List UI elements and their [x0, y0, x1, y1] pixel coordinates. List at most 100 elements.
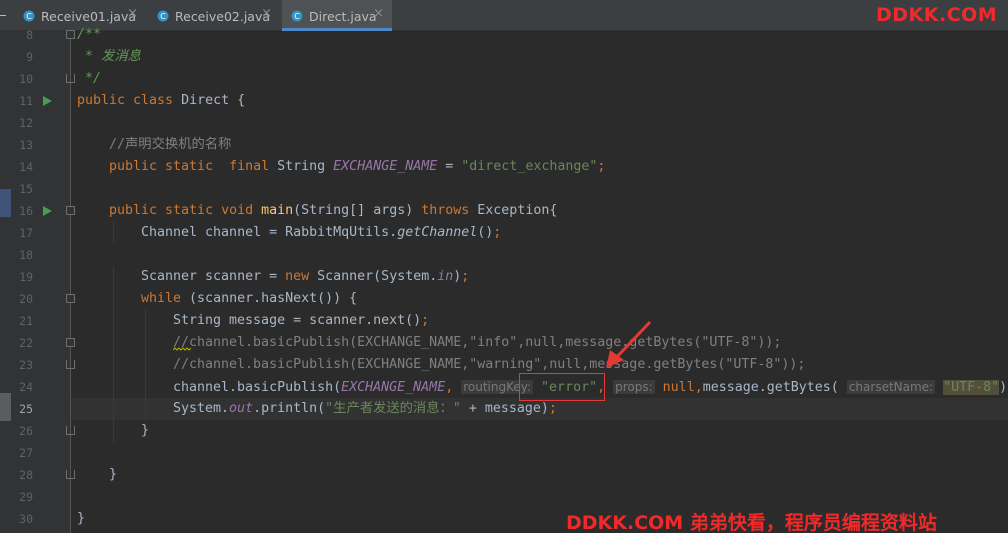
line-number: 8 — [26, 28, 33, 42]
code-line[interactable]: 17 Channel channel = RabbitMqUtils.getCha… — [0, 222, 1008, 244]
code-text[interactable]: /** — [77, 26, 101, 44]
fold-icon[interactable] — [66, 206, 75, 215]
code-token: Scanner(System. — [317, 269, 438, 284]
fold-icon[interactable] — [66, 30, 75, 39]
code-text[interactable]: //channel.basicPublish(EXCHANGE_NAME,"in… — [173, 334, 781, 352]
code-line[interactable]: 24 channel.basicPublish(EXCHANGE_NAME, ro… — [0, 376, 1008, 398]
code-token: String — [277, 159, 334, 174]
code-line[interactable]: 25 System.out.println("生产者发送的消息：" + messa… — [0, 398, 1008, 420]
fold-icon[interactable] — [66, 74, 75, 83]
code-token: )) — [999, 380, 1008, 395]
code-line[interactable]: 27 — [0, 442, 1008, 464]
line-number: 16 — [19, 204, 33, 218]
code-token: ; — [548, 401, 557, 416]
code-text[interactable]: System.out.println("生产者发送的消息：" + message… — [173, 400, 557, 418]
code-token: public static void — [109, 203, 262, 218]
code-line[interactable]: 23 //channel.basicPublish(EXCHANGE_NAME,"… — [0, 354, 1008, 376]
code-token: while — [141, 291, 190, 306]
code-text[interactable]: } — [141, 422, 149, 440]
code-line[interactable]: 9 * 发消息 — [0, 46, 1008, 68]
code-token: , — [694, 380, 703, 395]
code-text[interactable]: String message = scanner.next(); — [173, 312, 429, 330]
code-token: System. — [173, 401, 230, 416]
code-token: + message) — [460, 401, 549, 416]
fold-icon[interactable] — [66, 294, 75, 303]
fold-icon[interactable] — [66, 426, 75, 435]
parameter-hint: props: — [613, 380, 655, 394]
fold-icon[interactable] — [66, 338, 75, 347]
close-icon[interactable]: × — [127, 6, 138, 21]
code-text[interactable]: * 发消息 — [77, 48, 141, 66]
close-icon[interactable]: × — [261, 6, 272, 21]
code-text[interactable]: //声明交换机的名称 — [109, 136, 231, 154]
code-text[interactable]: } — [77, 510, 85, 528]
code-text[interactable]: public class Direct { — [77, 92, 245, 110]
code-token: EXCHANGE_NAME — [341, 380, 446, 395]
code-token: channel.basicPublish( — [173, 380, 342, 395]
fold-icon[interactable] — [66, 470, 75, 479]
code-token: EXCHANGE_NAME — [333, 159, 438, 174]
code-token: Direct { — [181, 93, 246, 108]
code-line[interactable]: 18 — [0, 244, 1008, 266]
code-line[interactable]: 11 public class Direct { — [0, 90, 1008, 112]
line-number: 26 — [19, 424, 33, 438]
code-line[interactable]: 22 //channel.basicPublish(EXCHANGE_NAME,"… — [0, 332, 1008, 354]
run-icon[interactable] — [43, 206, 52, 216]
tab-label: Receive02.java — [175, 9, 271, 24]
code-line[interactable]: 26} — [0, 420, 1008, 442]
code-token: Exception{ — [477, 203, 558, 218]
line-number: 14 — [19, 160, 33, 174]
code-line[interactable]: 20 while (scanner.hasNext()) { — [0, 288, 1008, 310]
line-number: 24 — [19, 380, 33, 394]
code-text[interactable]: Channel channel = RabbitMqUtils.getChann… — [141, 224, 501, 242]
code-line[interactable]: 13 //声明交换机的名称 — [0, 134, 1008, 156]
code-line[interactable]: 29 — [0, 486, 1008, 508]
code-token: ; — [493, 225, 502, 240]
code-token: , — [445, 380, 462, 395]
line-number: 18 — [19, 248, 33, 262]
annotation-highlight-box — [519, 373, 605, 401]
code-text[interactable]: */ — [77, 70, 101, 88]
code-token: public class — [77, 93, 182, 108]
code-token: public static final — [109, 159, 278, 174]
code-line[interactable]: 28} — [0, 464, 1008, 486]
code-token: ; — [421, 313, 430, 328]
code-line[interactable]: 12 — [0, 112, 1008, 134]
code-line[interactable]: 10 */ — [0, 68, 1008, 90]
close-icon[interactable]: × — [373, 6, 384, 21]
parameter-hint: charsetName: — [846, 380, 936, 394]
line-number: 11 — [19, 94, 33, 108]
code-token: } — [109, 467, 118, 482]
code-text[interactable]: //channel.basicPublish(EXCHANGE_NAME,"wa… — [173, 356, 805, 374]
code-line[interactable]: 15 — [0, 178, 1008, 200]
code-line[interactable]: 19 Scanner scanner = new Scanner(System.i… — [0, 266, 1008, 288]
code-token: new — [285, 269, 318, 284]
fold-icon[interactable] — [66, 360, 75, 369]
tab-label: Direct.java — [309, 9, 377, 24]
watermark-top: DDKK.COM — [876, 4, 998, 26]
code-line[interactable]: 14 public static final String EXCHANGE_NA… — [0, 156, 1008, 178]
code-line[interactable]: 16 public static void main(String[] args)… — [0, 200, 1008, 222]
svg-text:C: C — [160, 12, 166, 21]
run-icon[interactable] — [43, 96, 52, 106]
code-token: * 发消息 — [77, 49, 141, 64]
code-text[interactable]: while (scanner.hasNext()) { — [141, 290, 357, 308]
line-number: 22 — [19, 336, 33, 350]
code-line[interactable]: 21 String message = scanner.next(); — [0, 310, 1008, 332]
code-token: .println( — [253, 401, 326, 416]
line-number: 30 — [19, 512, 33, 526]
code-token: */ — [77, 71, 102, 86]
code-token: /** — [77, 27, 102, 42]
line-number: 27 — [19, 446, 33, 460]
code-text[interactable]: public static void main(String[] args) t… — [109, 202, 557, 220]
code-text[interactable]: Scanner scanner = new Scanner(System.in)… — [141, 268, 469, 286]
code-token: getChannel — [397, 225, 478, 240]
code-token: out — [229, 401, 254, 416]
code-text[interactable]: public static final String EXCHANGE_NAME… — [109, 158, 605, 176]
code-token: //声明交换机的名称 — [109, 137, 232, 152]
code-token: "direct_exchange" — [461, 159, 598, 174]
code-line[interactable]: 8 /** — [0, 24, 1008, 46]
code-text[interactable]: } — [109, 466, 117, 484]
